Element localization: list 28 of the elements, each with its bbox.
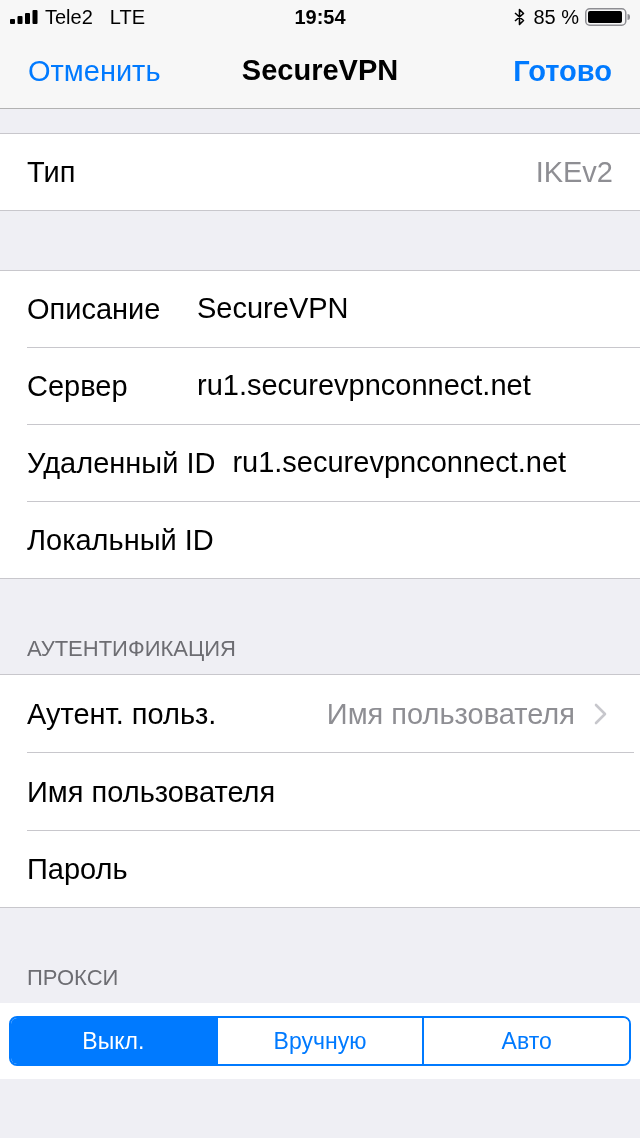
input-field[interactable]: ru1.securevpnconnect.net (232, 443, 613, 483)
row-label: Тип (27, 154, 77, 190)
input-field[interactable]: ru1.securevpnconnect.net (197, 366, 613, 406)
row-label: Аутент. польз. (27, 696, 217, 732)
network-type: LTE (109, 5, 145, 30)
field-label: Описание (27, 291, 162, 327)
field-label: Имя пользователя (27, 774, 276, 810)
field-label: Удаленный ID (27, 445, 216, 481)
segment-button[interactable]: Выкл. (11, 1018, 216, 1064)
chevron-icon (594, 703, 607, 725)
bluetooth-icon (514, 8, 526, 26)
battery-icon (585, 8, 630, 26)
row-value: IKEv2 (535, 154, 613, 190)
row-value: Имя пользователя (326, 696, 575, 732)
done-button[interactable]: Готово (513, 53, 612, 89)
nav-title: SecureVPN (241, 53, 399, 89)
signal-icon (10, 10, 38, 24)
cancel-button[interactable]: Отменить (28, 53, 161, 89)
carrier-name: Tele2 (45, 5, 93, 30)
field-label: Сервер (27, 368, 129, 404)
segment-button[interactable]: Авто (422, 1018, 629, 1064)
section-header: АУТЕНТИФИКАЦИЯ (27, 636, 236, 662)
section-header: ПРОКСИ (27, 965, 119, 991)
field-label: Локальный ID (27, 522, 214, 558)
battery-percent: 85 % (533, 5, 579, 30)
input-field[interactable]: SecureVPN (197, 289, 613, 329)
status-time: 19:54 (294, 5, 346, 30)
field-label: Пароль (27, 851, 129, 887)
